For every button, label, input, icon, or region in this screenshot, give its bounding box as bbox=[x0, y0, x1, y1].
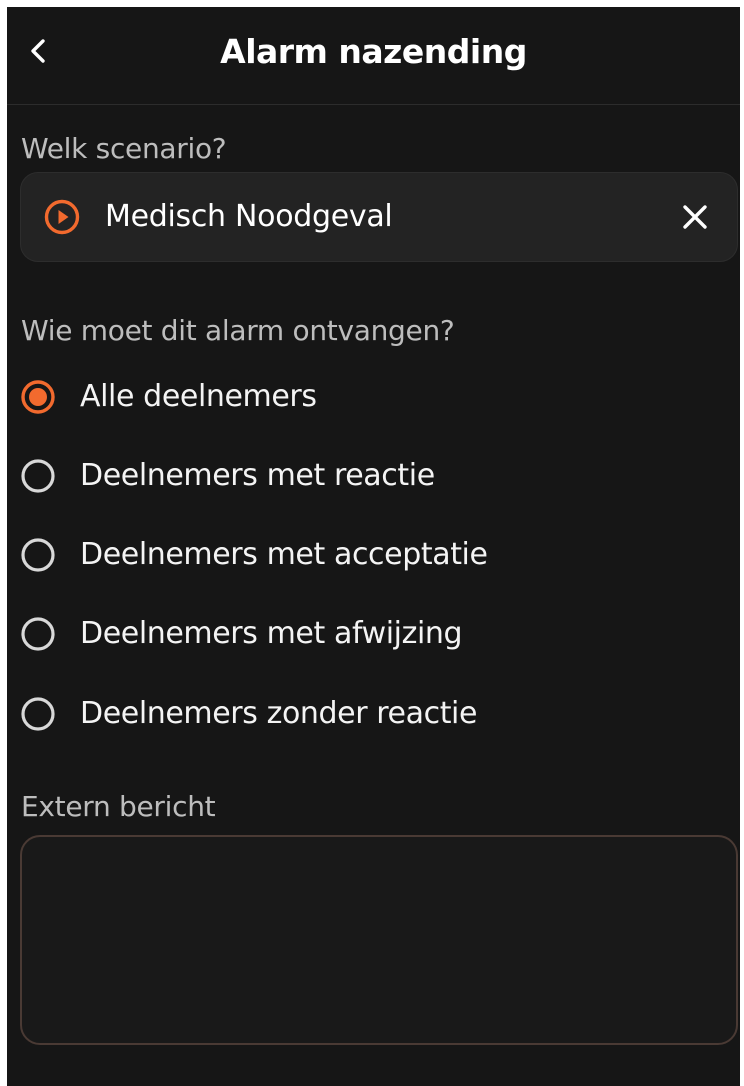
radio-option[interactable]: Deelnemers met reactie bbox=[20, 448, 720, 504]
header-bar: Alarm nazending bbox=[7, 7, 740, 105]
radio-option[interactable]: Deelnemers met afwijzing bbox=[20, 606, 720, 662]
radio-unselected-icon[interactable] bbox=[20, 458, 56, 494]
message-label: Extern bericht bbox=[21, 790, 216, 823]
clear-scenario-button[interactable] bbox=[675, 197, 715, 237]
radio-option-label: Deelnemers met afwijzing bbox=[80, 616, 463, 651]
radio-selected-icon[interactable] bbox=[20, 379, 56, 415]
radio-unselected-icon[interactable] bbox=[20, 537, 56, 573]
radio-option[interactable]: Alle deelnemers bbox=[20, 369, 720, 425]
close-icon bbox=[683, 205, 707, 229]
page-title: Alarm nazending bbox=[220, 32, 527, 71]
radio-option-label: Deelnemers zonder reactie bbox=[80, 696, 478, 731]
recipients-label: Wie moet dit alarm ontvangen? bbox=[21, 314, 455, 347]
external-message-input[interactable] bbox=[20, 835, 738, 1045]
scenario-selector[interactable]: Medisch Noodgeval bbox=[20, 172, 738, 262]
play-circle-icon bbox=[43, 198, 81, 236]
radio-option[interactable]: Deelnemers zonder reactie bbox=[20, 686, 720, 742]
radio-option-label: Alle deelnemers bbox=[80, 379, 317, 414]
radio-option-label: Deelnemers met reactie bbox=[80, 458, 435, 493]
alarm-resend-screen: Alarm nazending Welk scenario? Medisch N… bbox=[7, 7, 740, 1086]
scenario-label: Welk scenario? bbox=[21, 132, 227, 165]
radio-unselected-icon[interactable] bbox=[20, 616, 56, 652]
scenario-name: Medisch Noodgeval bbox=[105, 199, 393, 234]
radio-unselected-icon[interactable] bbox=[20, 696, 56, 732]
radio-option[interactable]: Deelnemers met acceptatie bbox=[20, 527, 720, 583]
radio-option-label: Deelnemers met acceptatie bbox=[80, 537, 488, 572]
